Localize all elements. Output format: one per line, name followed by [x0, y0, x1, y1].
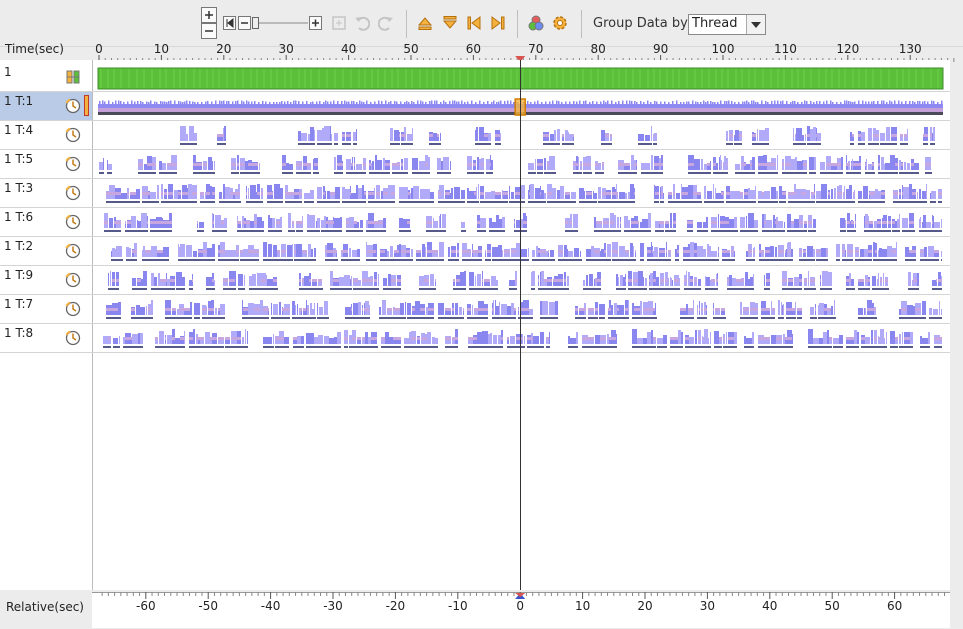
separator: [406, 10, 407, 38]
time-tick-label: 50: [403, 42, 418, 56]
row-header[interactable]: 1 T:2: [0, 237, 92, 265]
previous-event-icon[interactable]: [466, 15, 482, 31]
zoom-fit-icon[interactable]: [331, 15, 347, 31]
scroll-up-icon[interactable]: [417, 15, 433, 31]
relative-tick-label: -40: [261, 599, 281, 613]
chevron-down-icon[interactable]: [746, 15, 765, 34]
clock-icon: [65, 272, 81, 288]
time-tick-label: 90: [653, 42, 668, 56]
relative-tick-label: 20: [637, 599, 652, 613]
row-selection-marker: [84, 95, 89, 116]
time-tick-label: 110: [774, 42, 797, 56]
time-tick-label: 70: [528, 42, 543, 56]
undo-icon[interactable]: [354, 15, 370, 31]
bars-icon: [66, 70, 80, 84]
group-by-select[interactable]: Thread: [688, 14, 766, 35]
row-header[interactable]: 1 T:6: [0, 208, 92, 236]
clock-icon: [65, 127, 81, 143]
time-tick-label: 10: [154, 42, 169, 56]
relative-tick-label: 30: [700, 599, 715, 613]
clock-icon: [65, 185, 81, 201]
timeline-row[interactable]: 1: [0, 63, 950, 92]
row-label: 1 T:3: [4, 181, 34, 195]
zoom-slider[interactable]: [223, 15, 323, 31]
row-label: 1 T:5: [4, 152, 34, 166]
clock-icon: [65, 98, 81, 114]
zoom-in-button[interactable]: [201, 7, 217, 23]
next-event-icon[interactable]: [490, 15, 506, 31]
row-header[interactable]: 1 T:7: [0, 295, 92, 323]
time-tick-label: 60: [466, 42, 481, 56]
row-header[interactable]: 1 T:5: [0, 150, 92, 178]
time-tick-label: 130: [899, 42, 922, 56]
row-header[interactable]: 1 T:3: [0, 179, 92, 207]
timeline-row[interactable]: 1 T:5: [0, 150, 950, 179]
relative-tick-label: 10: [575, 599, 590, 613]
time-tick-label: 0: [95, 42, 103, 56]
time-tick-label: 30: [279, 42, 294, 56]
separator: [581, 10, 582, 38]
timeline-row[interactable]: 1 T:3: [0, 179, 950, 208]
separator: [517, 10, 518, 38]
relative-axis-bar: Relative(sec) -60 -50 -40 -30 -20 -10 0 10 20 30 4…: [0, 590, 963, 629]
clock-icon: [65, 301, 81, 317]
relative-tick-label: -60: [136, 599, 156, 613]
timeline-row[interactable]: 1 T:2: [0, 237, 950, 266]
relative-tick-label: -30: [323, 599, 343, 613]
time-cursor[interactable]: [520, 60, 521, 598]
group-by-value: Thread: [692, 16, 738, 31]
row-header[interactable]: 1 T:8: [0, 324, 92, 352]
row-label: 1 T:6: [4, 210, 34, 224]
relative-tick-label: 50: [825, 599, 840, 613]
row-label: 1 T:4: [4, 123, 34, 137]
relative-tick-label: -10: [448, 599, 468, 613]
timeline-row[interactable]: 1 T:4: [0, 121, 950, 150]
scroll-down-icon[interactable]: [442, 15, 458, 31]
time-axis-header: Time(sec) 0 10 20 30 40 50 60 70 80 90 100 110 120 13…: [0, 40, 963, 62]
row-label: 1 T:9: [4, 268, 34, 282]
clock-icon: [65, 156, 81, 172]
relative-tick-label: 0: [516, 599, 524, 613]
group-data-label: Group Data by:: [593, 16, 692, 31]
time-tick-label: 20: [216, 42, 231, 56]
zoom-out-button[interactable]: [201, 23, 217, 39]
row-header[interactable]: 1: [0, 63, 92, 91]
timeline-row[interactable]: 1 T:7: [0, 295, 950, 324]
row-label: 1 T:2: [4, 239, 34, 253]
row-header[interactable]: 1 T:1: [0, 92, 92, 120]
row-label: 1: [4, 65, 12, 79]
row-header[interactable]: 1 T:4: [0, 121, 92, 149]
time-tick-label: 40: [341, 42, 356, 56]
timeline-row[interactable]: 1 T:9: [0, 266, 950, 295]
row-label: 1 T:7: [4, 297, 34, 311]
gear-icon[interactable]: [552, 15, 568, 31]
timeline-row[interactable]: 1 T:1: [0, 92, 950, 121]
time-tick-label: 120: [836, 42, 859, 56]
color-legend-icon[interactable]: [528, 15, 544, 31]
timeline-row[interactable]: 1 T:8: [0, 324, 950, 353]
relative-axis: -60 -50 -40 -30 -20 -10 0 10 20 30 40 50 60: [92, 592, 950, 628]
clock-icon: [65, 243, 81, 259]
row-label: 1 T:1: [4, 94, 34, 108]
row-header[interactable]: 1 T:9: [0, 266, 92, 294]
clock-icon: [65, 214, 81, 230]
redo-icon[interactable]: [378, 15, 394, 31]
relative-tick-label: 60: [887, 599, 902, 613]
relative-tick-label: -20: [386, 599, 406, 613]
relative-tick-label: -50: [198, 599, 218, 613]
row-label: 1 T:8: [4, 326, 34, 340]
time-axis: 0 10 20 30 40 50 60 70 80 90 100 110 120 130: [92, 42, 955, 62]
time-tick-label: 100: [712, 42, 735, 56]
timeline-row[interactable]: 1 T:6: [0, 208, 950, 237]
relative-tick-label: 40: [762, 599, 777, 613]
clock-icon: [65, 330, 81, 346]
time-tick-label: 80: [591, 42, 606, 56]
